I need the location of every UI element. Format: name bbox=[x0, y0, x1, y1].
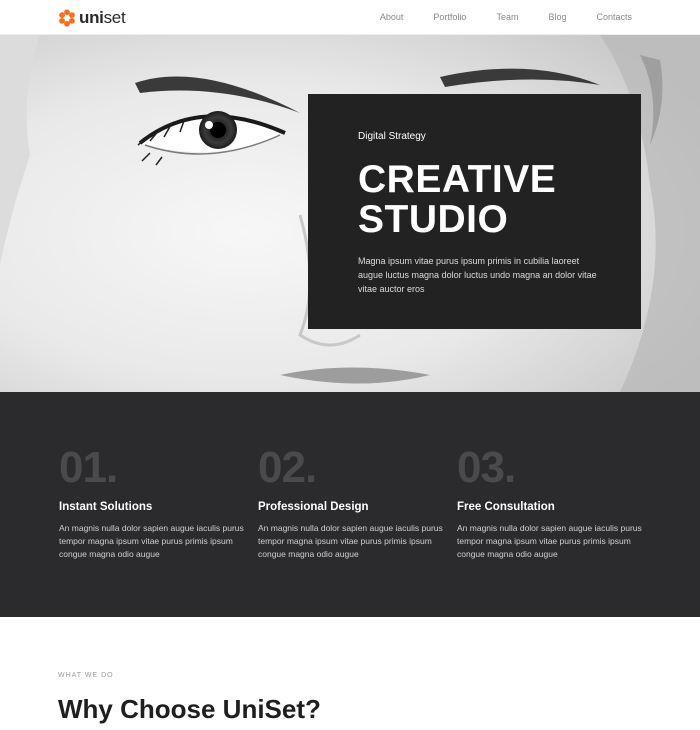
feature-title: Professional Design bbox=[258, 501, 369, 513]
hero-section: Digital Strategy CREATIVE STUDIO Magna i… bbox=[0, 35, 700, 392]
feature-text: An magnis nulla dolor sapien augue iacul… bbox=[258, 523, 443, 559]
feature-number: 01. bbox=[59, 443, 118, 492]
hero-card: Digital Strategy CREATIVE STUDIO Magna i… bbox=[308, 94, 641, 329]
nav-link-blog[interactable]: Blog bbox=[548, 11, 566, 23]
feature-text: An magnis nulla dolor sapien augue iacul… bbox=[457, 523, 642, 559]
top-navbar: uniset About Portfolio Team Blog Contact… bbox=[0, 0, 700, 35]
hero-title: CREATIVE STUDIO bbox=[358, 160, 556, 240]
brand-logo[interactable]: uniset bbox=[58, 8, 126, 28]
section-title: Why Choose UniSet? bbox=[58, 694, 321, 724]
main-menu: About Portfolio Team Blog Contacts bbox=[380, 11, 632, 23]
hero-title-line-1: CREATIVE bbox=[358, 158, 557, 201]
hero-description: Magna ipsum vitae purus ipsum primis in … bbox=[358, 256, 597, 294]
hero-title-line-2: STUDIO bbox=[358, 198, 509, 241]
nav-link-team[interactable]: Team bbox=[496, 11, 518, 23]
feature-number: 02. bbox=[258, 443, 317, 492]
hero-eyebrow: Digital Strategy bbox=[358, 131, 426, 142]
feature-title: Free Consultation bbox=[457, 501, 555, 513]
nav-link-portfolio[interactable]: Portfolio bbox=[433, 11, 466, 23]
section-eyebrow: WHAT WE DO bbox=[58, 672, 114, 679]
brand-name: uniset bbox=[79, 8, 126, 27]
features-section: 01. Instant Solutions An magnis nulla do… bbox=[0, 392, 700, 617]
flower-logo-icon bbox=[59, 9, 75, 27]
nav-link-contacts[interactable]: Contacts bbox=[596, 11, 632, 23]
feature-title: Instant Solutions bbox=[59, 501, 153, 513]
feature-number: 03. bbox=[457, 443, 516, 492]
feature-text: An magnis nulla dolor sapien augue iacul… bbox=[59, 523, 244, 559]
nav-link-about[interactable]: About bbox=[380, 11, 404, 23]
